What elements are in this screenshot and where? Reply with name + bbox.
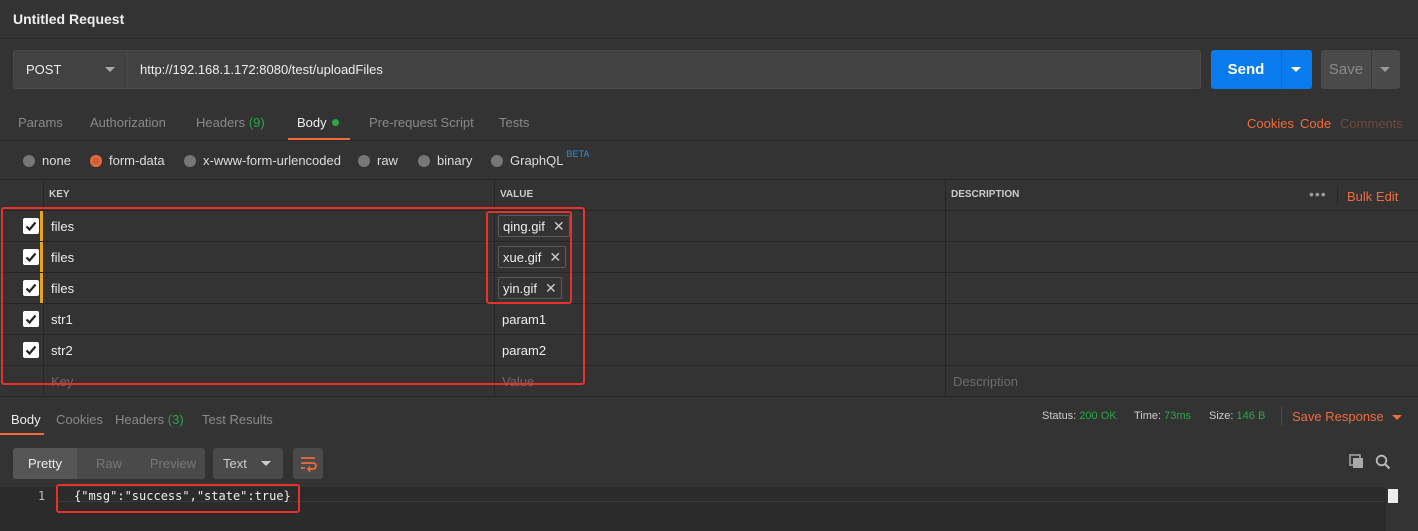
radio-icon: [23, 154, 35, 167]
tab-label: Pre-request Script: [369, 115, 474, 130]
time-label: Time:: [1134, 410, 1162, 422]
view-pretty-button[interactable]: Pretty: [13, 448, 77, 479]
radio-label: binary: [437, 153, 473, 168]
tab-label: Cookies: [56, 412, 103, 427]
method-select[interactable]: POST: [13, 50, 128, 89]
radio-label: form-data: [109, 153, 165, 168]
response-tab-test-results[interactable]: Test Results: [202, 412, 273, 427]
view-preview-button[interactable]: Preview: [141, 448, 205, 479]
save-label: Save: [1328, 61, 1364, 78]
chevron-down-icon: [105, 67, 115, 72]
radio-raw[interactable]: raw: [358, 153, 398, 168]
chevron-down-icon[interactable]: [1291, 67, 1301, 72]
format-label: Text: [223, 456, 247, 471]
code-link[interactable]: Code: [1300, 116, 1331, 131]
radio-icon: [184, 154, 196, 167]
view-mode-toggle: Pretty Raw Preview: [13, 448, 205, 479]
response-tab-headers[interactable]: Headers (3): [115, 412, 184, 427]
status-dot-icon: [331, 119, 339, 127]
tab-label: Tests: [499, 115, 530, 130]
divider: [0, 140, 1418, 141]
size-label: Size:: [1209, 410, 1234, 422]
tab-label: Body: [297, 115, 327, 130]
size-value: 146 B: [1236, 410, 1266, 422]
radio-binary[interactable]: binary: [418, 153, 472, 168]
divider: [1371, 50, 1372, 89]
format-select[interactable]: Text: [213, 448, 283, 479]
tab-label: Headers: [196, 115, 246, 130]
column-header-description: DESCRIPTION: [951, 189, 1020, 200]
radio-x-www-form-urlencoded[interactable]: x-www-form-urlencoded: [184, 153, 341, 168]
url-input[interactable]: http://192.168.1.172:8080/test/uploadFil…: [128, 50, 1201, 89]
divider: [1281, 50, 1282, 89]
wrap-icon: [301, 457, 317, 472]
radio-graphql[interactable]: GraphQL BETA: [491, 149, 589, 168]
response-status: Status: 200 OK: [1042, 410, 1117, 422]
radio-label: GraphQL: [510, 153, 564, 168]
cookies-link[interactable]: Cookies: [1247, 116, 1294, 131]
time-value: 73ms: [1164, 410, 1192, 422]
status-label: Status:: [1042, 410, 1077, 422]
radio-icon: [418, 154, 430, 167]
tab-tests[interactable]: Tests: [499, 115, 529, 130]
save-response-button[interactable]: Save Response: [1292, 409, 1402, 424]
tab-count: (9): [248, 115, 265, 130]
view-raw-button[interactable]: Raw: [77, 448, 141, 479]
send-label: Send: [1227, 61, 1265, 78]
radio-icon: [358, 154, 370, 167]
send-button[interactable]: Send: [1211, 50, 1312, 89]
radio-selected-icon: [90, 154, 102, 167]
more-options-icon[interactable]: •••: [1309, 186, 1327, 202]
chevron-down-icon: [1391, 415, 1402, 421]
divider: [0, 396, 1418, 397]
new-description-input[interactable]: Description: [953, 374, 1018, 389]
divider: [945, 179, 946, 396]
divider: [1281, 406, 1282, 426]
request-title: Untitled Request: [13, 11, 125, 27]
response-tab-body[interactable]: Body: [11, 412, 41, 427]
scrollbar-thumb[interactable]: [1388, 489, 1398, 503]
tab-label: Test Results: [202, 412, 273, 427]
method-label: POST: [26, 62, 62, 77]
radio-form-data[interactable]: form-data: [90, 153, 165, 168]
chevron-down-icon: [261, 461, 271, 466]
tab-body[interactable]: Body: [297, 115, 339, 130]
radio-none[interactable]: none: [23, 153, 71, 168]
radio-label: x-www-form-urlencoded: [203, 153, 341, 168]
active-tab-indicator: [0, 433, 44, 435]
tab-label: Authorization: [90, 115, 166, 130]
tab-label: Headers: [115, 412, 165, 427]
save-button[interactable]: Save: [1321, 50, 1400, 89]
tab-authorization[interactable]: Authorization: [90, 115, 166, 130]
tab-headers[interactable]: Headers (9): [196, 115, 265, 130]
save-response-label: Save Response: [1292, 409, 1384, 424]
tab-pre-request-script[interactable]: Pre-request Script: [369, 115, 474, 130]
radio-label: none: [42, 153, 71, 168]
tab-params[interactable]: Params: [18, 115, 63, 130]
url-value: http://192.168.1.172:8080/test/uploadFil…: [140, 62, 383, 77]
tab-label: Body: [11, 412, 41, 427]
response-size: Size: 146 B: [1209, 410, 1265, 422]
beta-badge: BETA: [566, 148, 590, 159]
tab-count: (3): [167, 412, 184, 427]
annotation-box: [486, 211, 572, 304]
comments-link[interactable]: Comments: [1340, 116, 1403, 131]
divider: [0, 38, 1418, 39]
radio-icon: [491, 154, 503, 167]
divider: [1337, 186, 1338, 204]
line-number: 1: [38, 489, 46, 503]
chevron-down-icon[interactable]: [1380, 67, 1390, 72]
annotation-box: [56, 484, 300, 513]
bulk-edit-link[interactable]: Bulk Edit: [1347, 189, 1398, 204]
copy-icon[interactable]: [1349, 454, 1365, 473]
tab-label: Params: [18, 115, 63, 130]
divider: [0, 179, 1418, 180]
search-icon[interactable]: [1375, 454, 1391, 473]
response-time: Time: 73ms: [1134, 410, 1191, 422]
status-value: 200 OK: [1079, 410, 1117, 422]
wrap-lines-button[interactable]: [293, 448, 323, 479]
response-tab-cookies[interactable]: Cookies: [56, 412, 103, 427]
radio-label: raw: [377, 153, 398, 168]
